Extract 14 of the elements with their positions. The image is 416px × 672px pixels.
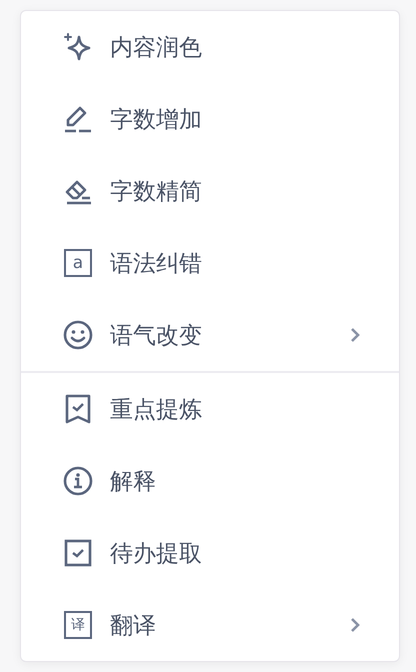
info-icon — [62, 465, 94, 497]
menu-item[interactable]: 内容润色 — [21, 11, 399, 83]
letter-box-icon: a — [64, 249, 92, 277]
smiley-icon — [62, 319, 94, 351]
menu-item[interactable]: 解释 — [21, 445, 399, 517]
menu-item[interactable]: 待办提取 — [21, 517, 399, 589]
menu-item[interactable]: 语气改变 — [21, 299, 399, 371]
menu-item[interactable]: 译 翻译 — [21, 589, 399, 661]
menu-item[interactable]: 字数增加 — [21, 83, 399, 155]
menu-item[interactable]: 重点提炼 — [21, 373, 399, 445]
menu-item[interactable]: a 语法纠错 — [21, 227, 399, 299]
menu-item[interactable]: 字数精简 — [21, 155, 399, 227]
checkbox-icon — [62, 537, 94, 569]
character-box-icon: 译 — [64, 611, 92, 639]
